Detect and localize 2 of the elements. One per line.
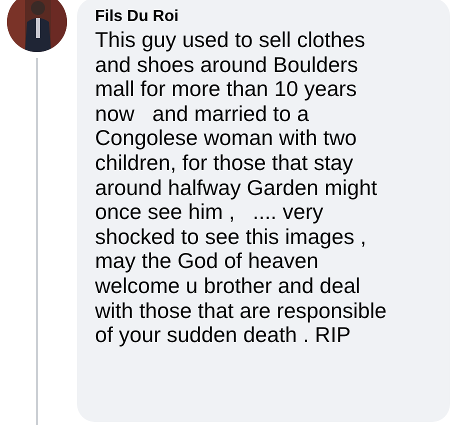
comment-text: This guy used to sell clothes and shoes around Boulders mall for more than 10 years now and married to a Congolese woman with two children, for those that stay around halfway Garden might once see him , .... very shocked to see this images , may the God of heaven welcome u brother and deal with those that are responsible of your sudden death . RIP <box>95 28 388 348</box>
author-name[interactable]: Fils Du Roi <box>95 6 450 28</box>
